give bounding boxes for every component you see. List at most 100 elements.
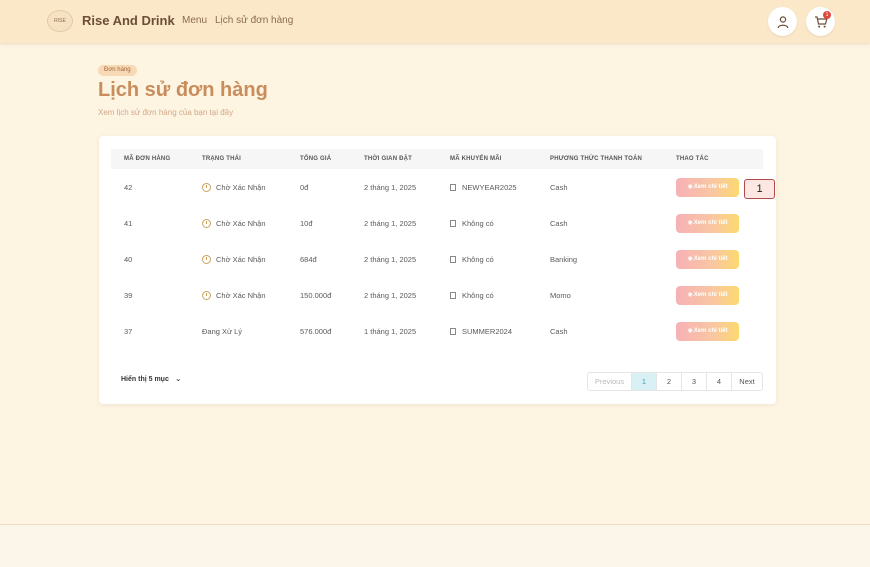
table-row: 40 Chờ Xác Nhận 684đ 2 tháng 1, 2025 Không c… <box>99 242 776 278</box>
pagination-next[interactable]: Next <box>732 373 762 390</box>
view-detail-button[interactable]: ◉Xem chi tiết <box>676 250 739 269</box>
order-status: Chờ Xác Nhận <box>202 242 266 278</box>
eye-icon: ◉ <box>687 328 693 334</box>
brand-logo[interactable]: RISE <box>47 10 73 32</box>
view-detail-label: Xem chi tiết <box>693 328 728 334</box>
view-detail-label: Xem chi tiết <box>693 184 728 190</box>
account-button[interactable] <box>768 7 797 36</box>
order-status-text: Chờ Xác Nhận <box>216 219 266 228</box>
view-detail-label: Xem chi tiết <box>693 292 728 298</box>
ticket-icon <box>450 291 456 299</box>
pagination-page-1[interactable]: 1 <box>632 373 657 390</box>
col-order-time: THỜI GIAN ĐẶT <box>364 156 413 162</box>
pagination-page-4[interactable]: 4 <box>707 373 732 390</box>
logo-text: RISE <box>54 18 66 24</box>
order-status: Chờ Xác Nhận <box>202 170 266 206</box>
brand-name[interactable]: Rise And Drink <box>82 13 175 28</box>
view-detail-button[interactable]: ◉Xem chi tiết <box>676 214 739 233</box>
col-actions: THAO TÁC <box>676 156 709 162</box>
eye-icon: ◉ <box>687 256 693 262</box>
order-promo: NEWYEAR2025 <box>450 170 517 206</box>
order-payment: Cash <box>550 219 568 228</box>
order-payment: Cash <box>550 327 568 336</box>
page-size-select[interactable]: Hiển thị 5 mục ⌄ <box>121 374 182 383</box>
order-total: 0đ <box>300 183 309 192</box>
table-row: 41 Chờ Xác Nhận 10đ 2 tháng 1, 2025 Không có… <box>99 206 776 242</box>
eye-icon: ◉ <box>687 220 693 226</box>
order-time: 2 tháng 1, 2025 <box>364 219 417 228</box>
table-row: 39 Chờ Xác Nhận 150.000đ 2 tháng 1, 2025 Khô… <box>99 278 776 314</box>
order-promo-text: Không có <box>462 219 494 228</box>
order-id: 41 <box>124 219 133 228</box>
page-size-label: Hiển thị 5 mục <box>121 376 169 383</box>
clock-icon <box>202 218 211 228</box>
view-detail-label: Xem chi tiết <box>693 220 728 226</box>
order-payment: Banking <box>550 255 578 264</box>
order-time: 2 tháng 1, 2025 <box>364 291 417 300</box>
annotation-marker: 1 <box>744 179 775 199</box>
order-time: 2 tháng 1, 2025 <box>364 183 417 192</box>
order-promo: Không có <box>450 242 494 278</box>
order-status: Đang Xử Lý <box>202 314 242 350</box>
order-id: 42 <box>124 183 133 192</box>
breadcrumb: Đơn hàng <box>98 65 137 76</box>
nav-order-history[interactable]: Lịch sử đơn hàng <box>215 15 293 26</box>
ticket-icon <box>450 255 456 263</box>
col-status: TRẠNG THÁI <box>202 156 241 162</box>
view-detail-label: Xem chi tiết <box>693 256 728 262</box>
view-detail-button[interactable]: ◉Xem chi tiết <box>676 286 739 305</box>
view-detail-button[interactable]: ◉Xem chi tiết <box>676 178 739 197</box>
order-status-text: Chờ Xác Nhận <box>216 291 266 300</box>
col-order-id: MÃ ĐƠN HÀNG <box>124 156 171 162</box>
user-icon <box>777 15 788 28</box>
view-detail-button[interactable]: ◉Xem chi tiết <box>676 322 739 341</box>
order-promo-text: SUMMER2024 <box>462 327 513 336</box>
order-status: Chờ Xác Nhận <box>202 278 266 314</box>
order-promo-text: NEWYEAR2025 <box>462 183 517 192</box>
order-status: Chờ Xác Nhận <box>202 206 266 242</box>
pagination: Previous 1 2 3 4 Next <box>587 372 763 391</box>
page-title: Lịch sử đơn hàng <box>98 79 268 101</box>
order-promo: SUMMER2024 <box>450 314 512 350</box>
chevron-down-icon: ⌄ <box>174 374 182 383</box>
top-header: RISE Rise And Drink Menu Lịch sử đơn hàn… <box>0 0 870 43</box>
order-total: 150.000đ <box>300 291 332 300</box>
ticket-icon <box>450 327 456 335</box>
order-time: 2 tháng 1, 2025 <box>364 255 417 264</box>
order-promo: Không có <box>450 206 494 242</box>
order-total: 10đ <box>300 219 313 228</box>
order-id: 39 <box>124 291 133 300</box>
table-row: 42 Chờ Xác Nhận 0đ 2 tháng 1, 2025 NEWYEAR20… <box>99 170 776 206</box>
pagination-previous[interactable]: Previous <box>588 373 632 390</box>
order-id: 37 <box>124 327 133 336</box>
order-status-text: Đang Xử Lý <box>202 327 243 336</box>
order-total: 684đ <box>300 255 317 264</box>
cart-button[interactable]: 1 <box>806 7 835 36</box>
order-promo-text: Không có <box>462 291 494 300</box>
page-subtitle: Xem lịch sử đơn hàng của bạn tại đây <box>98 108 234 117</box>
clock-icon <box>202 254 211 264</box>
order-time: 1 tháng 1, 2025 <box>364 327 417 336</box>
eye-icon: ◉ <box>687 184 693 190</box>
clock-icon <box>202 290 211 300</box>
table-row: 37 Đang Xử Lý 576.000đ 1 tháng 1, 2025 SUMME… <box>99 314 776 350</box>
col-payment-method: PHƯƠNG THỨC THANH TOÁN <box>550 156 643 162</box>
order-id: 40 <box>124 255 133 264</box>
col-promo-code: MÃ KHUYẾN MÃI <box>450 156 502 162</box>
ticket-icon <box>450 219 456 227</box>
page-footer <box>0 525 870 567</box>
order-promo: Không có <box>450 278 494 314</box>
order-status-text: Chờ Xác Nhận <box>216 183 266 192</box>
pagination-page-3[interactable]: 3 <box>682 373 707 390</box>
nav-menu[interactable]: Menu <box>182 15 207 26</box>
clock-icon <box>202 182 211 192</box>
eye-icon: ◉ <box>687 292 693 298</box>
order-total: 576.000đ <box>300 327 332 336</box>
order-payment: Momo <box>550 291 571 300</box>
ticket-icon <box>450 183 456 191</box>
order-promo-text: Không có <box>462 255 494 264</box>
order-payment: Cash <box>550 183 568 192</box>
pagination-page-2[interactable]: 2 <box>657 373 682 390</box>
col-total: TỔNG GIÁ <box>300 156 332 162</box>
table-header: MÃ ĐƠN HÀNG TRẠNG THÁI TỔNG GIÁ THỜI GIA… <box>111 149 763 169</box>
